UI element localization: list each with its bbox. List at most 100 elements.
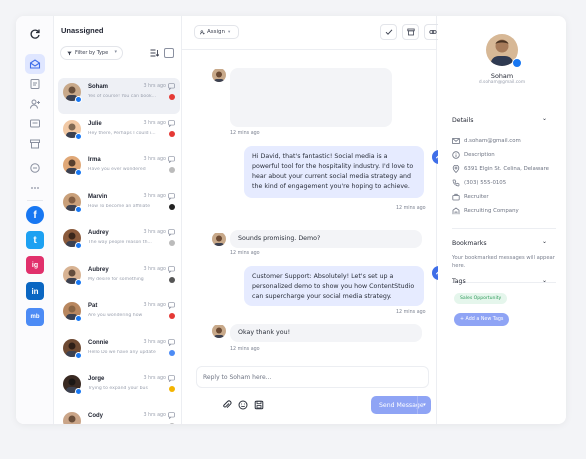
conversation-preview: Hey there, Perhaps I could i... <box>88 130 156 136</box>
detail-address: 6391 Elgin St. Celina, Delaware <box>452 165 549 173</box>
message-bubble-outgoing: Customer Support: Absolutely! Let's set … <box>244 266 424 306</box>
conversation-item[interactable]: Connie Hello Do we have any update b... 3 … <box>58 334 180 370</box>
conversation-preview: Are you wondering how <box>88 313 143 318</box>
conversation-time: 3 hrs ago <box>143 120 166 126</box>
status-dot <box>169 94 175 100</box>
chevron-down-icon[interactable]: ⌄ <box>542 238 547 245</box>
detail-description-text: Description <box>464 152 495 158</box>
building-icon <box>452 207 460 215</box>
message-icon[interactable] <box>25 114 45 134</box>
conversation-time: 3 hrs ago <box>143 412 166 418</box>
conversation-name: Irma <box>88 157 101 163</box>
status-dot <box>169 203 175 210</box>
save-icon[interactable] <box>254 400 264 410</box>
check-icon <box>385 29 392 35</box>
bookmarks-empty-text: Your bookmarked messages will appear her… <box>452 255 555 269</box>
conversation-item[interactable]: Marvin How To become an affiliate 3 hrs ag… <box>58 188 180 224</box>
chevron-down-icon[interactable]: ▾ <box>417 396 431 414</box>
assign-label: Assign <box>207 29 225 35</box>
facebook-icon[interactable]: f <box>26 206 44 224</box>
archive-button[interactable] <box>402 24 419 40</box>
conversation-item[interactable]: Audrey The way people reason th... 3 hrs a… <box>58 224 180 260</box>
conversation-item[interactable]: Cody 3 hrs ago <box>58 407 180 424</box>
emoji-icon[interactable] <box>238 400 248 410</box>
reply-input[interactable]: Reply to Soham here... <box>196 366 429 388</box>
conversation-item[interactable]: Soham Yes of course! You can book... 3 hrs… <box>58 78 180 114</box>
contact-panel: Soham d.soham@gmail.com Details ⌄ d.soha… <box>438 16 566 424</box>
message-bubble-incoming: Sounds promising. Demo? <box>230 230 422 248</box>
rail-divider <box>27 200 43 201</box>
twitter-icon[interactable]: t <box>26 231 44 249</box>
chevron-down-icon[interactable]: ⌄ <box>542 277 547 284</box>
send-message-button[interactable]: Send Message ▾ <box>371 396 431 414</box>
status-dot <box>169 313 175 319</box>
message-timestamp: 12 mins ago <box>230 131 260 136</box>
conversation-time: 3 hrs ago <box>143 84 166 89</box>
conversation-name: Cody <box>88 412 103 419</box>
message-timestamp: 12 mins ago <box>230 251 260 256</box>
document-icon[interactable] <box>25 74 45 94</box>
facebook-badge-icon <box>75 96 82 103</box>
comment-icon <box>168 265 175 273</box>
facebook-badge-icon <box>75 351 82 359</box>
conversation-time: 3 hrs ago <box>143 303 166 308</box>
conversation-name: Audrey <box>88 230 109 236</box>
assign-dropdown[interactable]: Assign ▾ <box>194 25 239 39</box>
linkedin-icon[interactable]: in <box>26 282 44 300</box>
refresh-icon[interactable] <box>25 24 45 44</box>
filter-icon <box>67 51 72 55</box>
add-tag-button[interactable]: + Add a New Tags <box>454 313 510 326</box>
chat-icon[interactable] <box>25 158 45 178</box>
conversation-time: 3 hrs ago <box>143 193 166 199</box>
conversation-name: Soham <box>88 84 109 90</box>
facebook-badge-icon <box>75 205 82 213</box>
chevron-down-icon: ▾ <box>114 49 117 55</box>
facebook-badge-icon <box>75 242 82 249</box>
list-title: Unassigned <box>61 26 104 35</box>
filter-dropdown[interactable]: Filter by Type ▾ <box>60 46 123 60</box>
comment-icon <box>168 229 175 236</box>
comment-icon <box>168 192 175 200</box>
detail-role-text: Recruiter <box>464 194 489 200</box>
facebook-badge-icon <box>512 58 522 68</box>
facebook-badge-icon <box>75 388 82 395</box>
archive-icon[interactable] <box>25 134 45 154</box>
comment-icon <box>168 83 175 90</box>
comment-icon <box>168 302 175 309</box>
detail-role: Recruiter <box>452 193 489 201</box>
conversation-item[interactable]: Pat Are you wondering how 3 hrs ago <box>58 297 180 333</box>
conversation-preview: Have you ever wondered <box>88 167 146 172</box>
status-dot <box>169 386 175 392</box>
message-timestamp: 12 mins ago <box>396 206 426 211</box>
tag-chip[interactable]: Sales Opportunity <box>454 293 508 304</box>
chevron-down-icon: ▾ <box>228 29 231 35</box>
sort-icon[interactable] <box>150 49 159 57</box>
comment-icon <box>168 338 175 346</box>
message-bubble-outgoing: Hi David, that's fantastic! Social media… <box>244 146 424 198</box>
comment-icon <box>168 411 175 419</box>
detail-description: Description <box>452 151 495 159</box>
conversation-item[interactable]: Jorge Trying to expand your bus 3 hrs ago <box>58 370 180 406</box>
business-messages-icon[interactable]: mb <box>26 308 44 326</box>
status-dot <box>169 130 175 137</box>
chevron-down-icon[interactable]: ⌄ <box>542 115 547 122</box>
resolve-button[interactable] <box>380 24 397 40</box>
inbox-icon[interactable] <box>25 54 45 74</box>
tags-title: Tags <box>452 278 466 285</box>
conversation-item[interactable]: Julie Hey there, Perhaps I could i... 3 hr… <box>58 115 180 151</box>
more-icon[interactable] <box>25 178 45 198</box>
facebook-badge-icon <box>75 169 82 176</box>
conversation-item[interactable]: Irma Have you ever wondered 3 hrs ago <box>58 151 180 187</box>
conversation-name: Connie <box>88 339 109 346</box>
conversation-item[interactable]: Aubrey My desire for something 3 hrs ago <box>58 261 180 297</box>
assign-user-icon[interactable] <box>25 94 45 114</box>
conversation-time: 3 hrs ago <box>143 376 166 381</box>
select-all-checkbox[interactable] <box>164 48 174 58</box>
conversation-preview: Hello Do we have any update b... <box>88 349 156 355</box>
detail-company: Recruiting Company <box>452 207 519 215</box>
attachment-icon[interactable] <box>222 400 232 410</box>
facebook-badge-icon <box>75 132 82 140</box>
contact-avatar <box>212 232 226 246</box>
link-icon <box>429 30 437 34</box>
instagram-icon[interactable]: ig <box>26 256 44 274</box>
